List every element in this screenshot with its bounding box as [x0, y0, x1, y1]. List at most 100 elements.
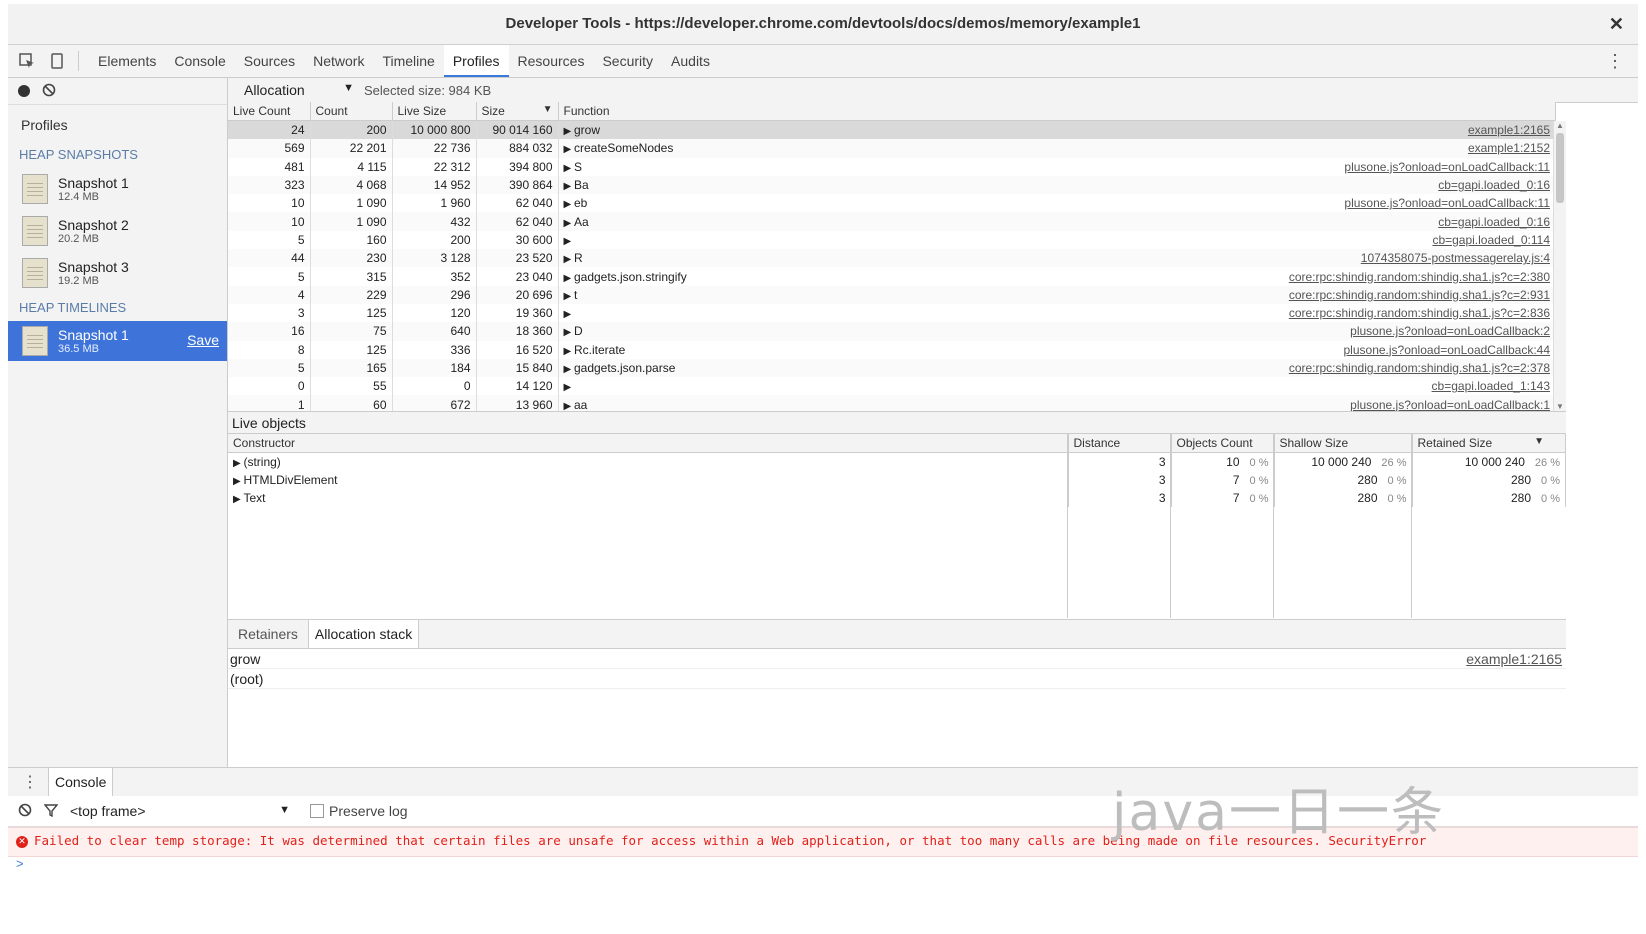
source-link[interactable]: plusone.js?onload=onLoadCallback:1 — [1350, 398, 1550, 412]
tab-resources[interactable]: Resources — [509, 45, 594, 77]
col-function[interactable]: Function — [558, 102, 1556, 121]
source-link[interactable]: core:rpc:shindig.random:shindig.sha1.js?… — [1289, 288, 1550, 302]
timeline-snapshot-item[interactable]: Snapshot 1 36.5 MB Save — [8, 321, 227, 361]
expand-arrow-icon[interactable]: ▶ — [564, 401, 574, 412]
col-live-count[interactable]: Live Count — [228, 102, 311, 121]
tab-elements[interactable]: Elements — [89, 45, 165, 77]
expand-arrow-icon[interactable]: ▶ — [564, 163, 574, 174]
col-live-size[interactable]: Live Size — [392, 102, 477, 121]
col-shallow-size[interactable]: Shallow Size — [1274, 434, 1413, 453]
preserve-log-checkbox[interactable] — [310, 804, 324, 818]
expand-arrow-icon[interactable]: ▶ — [564, 327, 574, 338]
expand-arrow-icon[interactable]: ▶ — [564, 126, 574, 137]
table-row[interactable]: 5 315 352 23 040 ▶ gadgets.json.stringify cor… — [228, 267, 1556, 286]
tab-profiles[interactable]: Profiles — [443, 45, 509, 77]
table-row[interactable]: ▶ (string) 3 10 0 % 10 000 240 26 % 10 000 240… — [228, 452, 1566, 471]
expand-arrow-icon[interactable]: ▶ — [564, 218, 574, 229]
scroll-down-icon[interactable]: ▼ — [1556, 402, 1564, 411]
expand-arrow-icon[interactable]: ▶ — [564, 382, 572, 393]
source-link[interactable]: cb=gapi.loaded_0:16 — [1438, 178, 1550, 192]
scroll-up-icon[interactable]: ▲ — [1556, 121, 1564, 130]
expand-arrow-icon[interactable]: ▶ — [564, 273, 574, 284]
snapshot-item[interactable]: Snapshot 2 20.2 MB — [8, 210, 227, 252]
source-link[interactable]: cb=gapi.loaded_0:114 — [1432, 233, 1550, 247]
table-row[interactable]: 4 229 296 20 696 ▶ t core:rpc:shindig.random:… — [228, 285, 1556, 304]
col-distance[interactable]: Distance — [1068, 434, 1172, 453]
source-link[interactable]: cb=gapi.loaded_0:16 — [1438, 215, 1550, 229]
table-row[interactable]: 10 1 090 432 62 040 ▶ Aa cb=gapi.loaded_0:16 — [228, 212, 1556, 231]
filter-icon[interactable] — [43, 803, 59, 820]
source-link[interactable]: example1:2165 — [1466, 649, 1562, 669]
expand-arrow-icon[interactable]: ▶ — [564, 236, 572, 247]
table-row[interactable]: 16 75 640 18 360 ▶ Dplusone.js?onload=onLoad… — [228, 322, 1556, 341]
table-row[interactable]: 24 200 10 000 800 90 014 160 ▶ grow example1:… — [228, 120, 1556, 140]
expand-arrow-icon[interactable]: ▶ — [233, 476, 243, 487]
table-row[interactable]: 0 55 0 14 120 ▶ cb=gapi.loaded_1:143 — [228, 377, 1556, 396]
vertical-scrollbar[interactable]: ▲ ▼ — [1553, 121, 1566, 411]
table-row[interactable]: 44 230 3 128 23 520 ▶ R 1074358075-postmessag… — [228, 249, 1556, 268]
tab-network[interactable]: Network — [304, 45, 373, 77]
source-link[interactable]: core:rpc:shindig.random:shindig.sha1.js?… — [1289, 361, 1550, 375]
expand-arrow-icon[interactable]: ▶ — [564, 346, 574, 357]
expand-arrow-icon[interactable]: ▶ — [564, 364, 574, 375]
table-row[interactable]: 323 4 068 14 952 390 864 ▶ Ba cb=gapi.loaded_… — [228, 175, 1556, 195]
inspect-element-icon[interactable] — [16, 50, 38, 72]
console-prompt[interactable]: > — [16, 856, 24, 871]
table-row[interactable]: 569 22 201 22 736 884 032 ▶ createSomeNodes e… — [228, 139, 1556, 158]
table-row[interactable]: 8 125 336 16 520 ▶ Rc.iterate plusone.js?onlo… — [228, 340, 1556, 359]
snapshot-item[interactable]: Snapshot 1 12.4 MB — [8, 168, 227, 210]
expand-arrow-icon[interactable]: ▶ — [564, 309, 572, 320]
close-icon[interactable]: ✕ — [1609, 4, 1624, 44]
frame-select[interactable]: <top frame> ▼ — [70, 803, 290, 819]
col-retained-size[interactable]: Retained Size ▼ — [1412, 434, 1566, 453]
source-link[interactable]: 1074358075-postmessagerelay.js:4 — [1361, 251, 1550, 265]
source-link[interactable]: plusone.js?onload=onLoadCallback:2 — [1350, 324, 1550, 338]
source-link[interactable]: core:rpc:shindig.random:shindig.sha1.js?… — [1289, 270, 1550, 284]
expand-arrow-icon[interactable]: ▶ — [564, 181, 574, 192]
tab-timeline[interactable]: Timeline — [373, 45, 443, 77]
table-row[interactable]: ▶ HTMLDivElement 3 7 0 % 280 0 % 280 0 % — [228, 471, 1566, 489]
col-constructor[interactable]: Constructor — [228, 434, 1069, 453]
snapshot-item[interactable]: Snapshot 3 19.2 MB — [8, 252, 227, 294]
expand-arrow-icon[interactable]: ▶ — [564, 254, 574, 265]
col-count[interactable]: Count — [310, 102, 393, 121]
source-link[interactable]: cb=gapi.loaded_1:143 — [1432, 379, 1550, 393]
drawer-menu-icon[interactable]: ⋮ — [22, 772, 38, 792]
tab-security[interactable]: Security — [593, 45, 662, 77]
tab-sources[interactable]: Sources — [235, 45, 304, 77]
table-row[interactable]: 481 4 115 22 312 394 800 ▶ Splusone.js?onloa… — [228, 157, 1556, 176]
table-row[interactable]: 5 160 200 30 600 ▶ cb=gapi.loaded_0:114 — [228, 230, 1556, 250]
expand-arrow-icon[interactable]: ▶ — [233, 494, 243, 505]
tab-retainers[interactable]: Retainers — [232, 620, 304, 648]
table-row[interactable]: ▶ Text 3 7 0 % 280 0 % 280 0 % — [228, 489, 1566, 507]
source-link[interactable]: core:rpc:shindig.random:shindig.sha1.js?… — [1289, 306, 1550, 320]
tab-allocation-stack[interactable]: Allocation stack — [307, 620, 420, 648]
source-link[interactable]: plusone.js?onload=onLoadCallback:11 — [1344, 196, 1550, 210]
table-row[interactable]: 10 1 090 1 960 62 040 ▶ eb plusone.js?onload=… — [228, 194, 1556, 213]
source-link[interactable]: example1:2165 — [1468, 123, 1550, 137]
expand-arrow-icon[interactable]: ▶ — [233, 458, 243, 469]
stack-frame[interactable]: (root) — [228, 669, 1566, 689]
scrollbar-thumb[interactable] — [1556, 133, 1564, 203]
more-options-icon[interactable]: ⋮ — [1606, 51, 1624, 72]
expand-arrow-icon[interactable]: ▶ — [564, 291, 574, 302]
col-size[interactable]: Size ▼ — [476, 102, 559, 121]
save-link[interactable]: Save — [187, 332, 219, 348]
tab-console-drawer[interactable]: Console — [48, 768, 114, 796]
expand-arrow-icon[interactable]: ▶ — [564, 199, 574, 210]
table-row[interactable]: 5 165 184 15 840 ▶ gadgets.json.parse core:rp… — [228, 358, 1556, 378]
source-link[interactable]: example1:2152 — [1468, 141, 1550, 155]
clear-icon[interactable] — [42, 83, 56, 100]
source-link[interactable]: plusone.js?onload=onLoadCallback:11 — [1344, 160, 1550, 174]
device-mode-icon[interactable] — [46, 50, 68, 72]
col-objects-count[interactable]: Objects Count — [1171, 434, 1275, 453]
record-icon[interactable] — [18, 85, 30, 97]
tab-console[interactable]: Console — [165, 45, 234, 77]
expand-arrow-icon[interactable]: ▶ — [564, 144, 574, 155]
view-select[interactable]: Allocation ▼ — [244, 82, 354, 98]
source-link[interactable]: plusone.js?onload=onLoadCallback:44 — [1344, 343, 1551, 357]
tab-audits[interactable]: Audits — [662, 45, 719, 77]
clear-console-icon[interactable] — [18, 803, 32, 820]
stack-frame[interactable]: grow example1:2165 — [228, 649, 1566, 669]
table-row[interactable]: 3 125 120 19 360 ▶ core:rpc:shindig.random:s… — [228, 303, 1556, 323]
